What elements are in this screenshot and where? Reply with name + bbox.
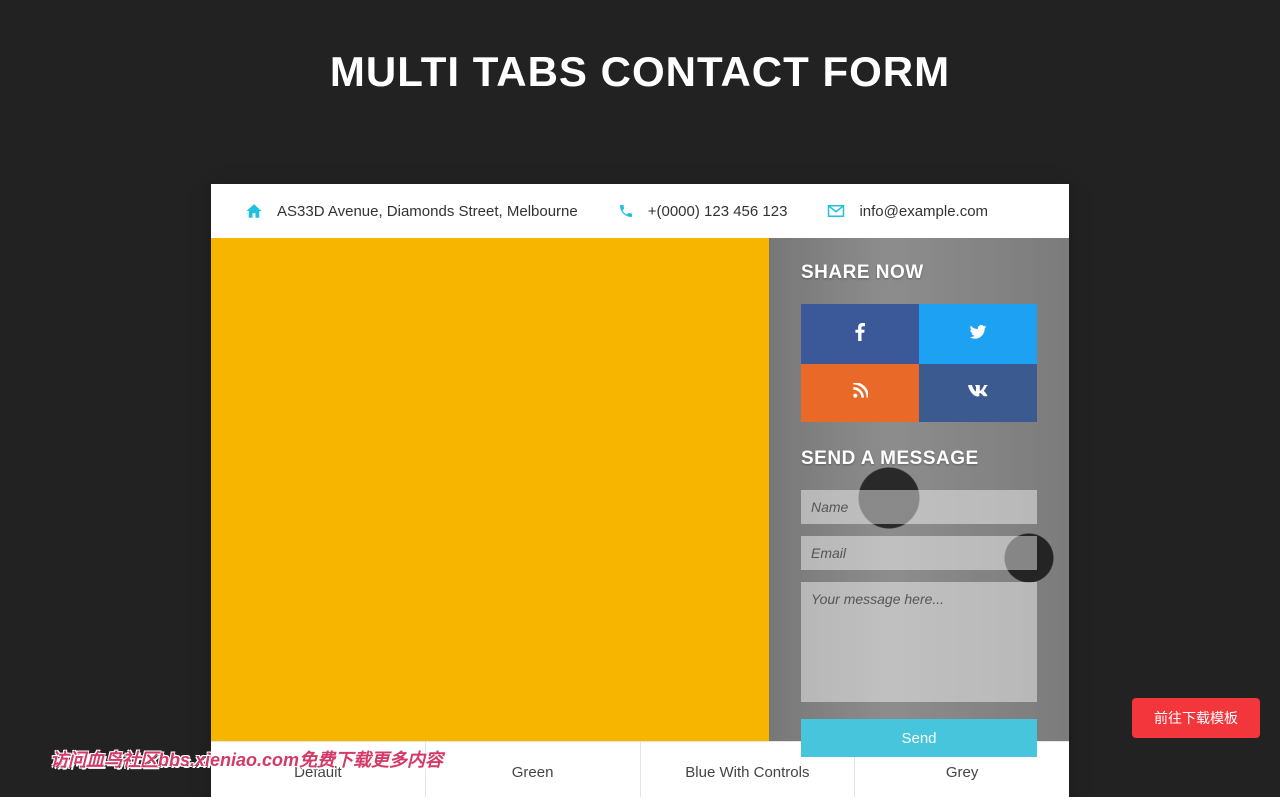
- phone-icon: [618, 203, 634, 219]
- email-field[interactable]: [801, 536, 1037, 570]
- form-title: SEND A MESSAGE: [801, 448, 1037, 470]
- address-text: AS33D Avenue, Diamonds Street, Melbourne: [277, 203, 578, 220]
- facebook-icon: [855, 323, 865, 346]
- home-icon: [245, 202, 263, 220]
- contact-panel: AS33D Avenue, Diamonds Street, Melbourne…: [211, 184, 1069, 797]
- phone-item: +(0000) 123 456 123: [618, 203, 788, 220]
- body-area: SHARE NOW: [211, 238, 1069, 741]
- info-bar: AS33D Avenue, Diamonds Street, Melbourne…: [211, 184, 1069, 238]
- watermark-text: 访问血鸟社区bbs.xieniao.com免费下载更多内容: [50, 746, 443, 772]
- map-area[interactable]: [211, 238, 769, 741]
- vk-button[interactable]: [919, 364, 1037, 422]
- vk-icon: [967, 384, 989, 402]
- share-title: SHARE NOW: [801, 262, 1037, 284]
- message-field[interactable]: [801, 582, 1037, 702]
- phone-text: +(0000) 123 456 123: [648, 203, 788, 220]
- message-form: Send: [801, 490, 1037, 757]
- email-item: info@example.com: [827, 203, 988, 220]
- social-grid: [801, 304, 1037, 422]
- email-text: info@example.com: [859, 203, 988, 220]
- tab-green[interactable]: Green: [425, 742, 640, 797]
- rss-button[interactable]: [801, 364, 919, 422]
- twitter-icon: [969, 325, 987, 344]
- twitter-button[interactable]: [919, 304, 1037, 364]
- page-title: MULTI TABS CONTACT FORM: [0, 48, 1280, 96]
- address-item: AS33D Avenue, Diamonds Street, Melbourne: [245, 202, 578, 220]
- send-button[interactable]: Send: [801, 719, 1037, 757]
- envelope-icon: [827, 204, 845, 218]
- rss-icon: [852, 383, 868, 404]
- download-template-button[interactable]: 前往下载模板: [1132, 698, 1260, 738]
- sidebar: SHARE NOW: [769, 238, 1069, 741]
- facebook-button[interactable]: [801, 304, 919, 364]
- name-field[interactable]: [801, 490, 1037, 524]
